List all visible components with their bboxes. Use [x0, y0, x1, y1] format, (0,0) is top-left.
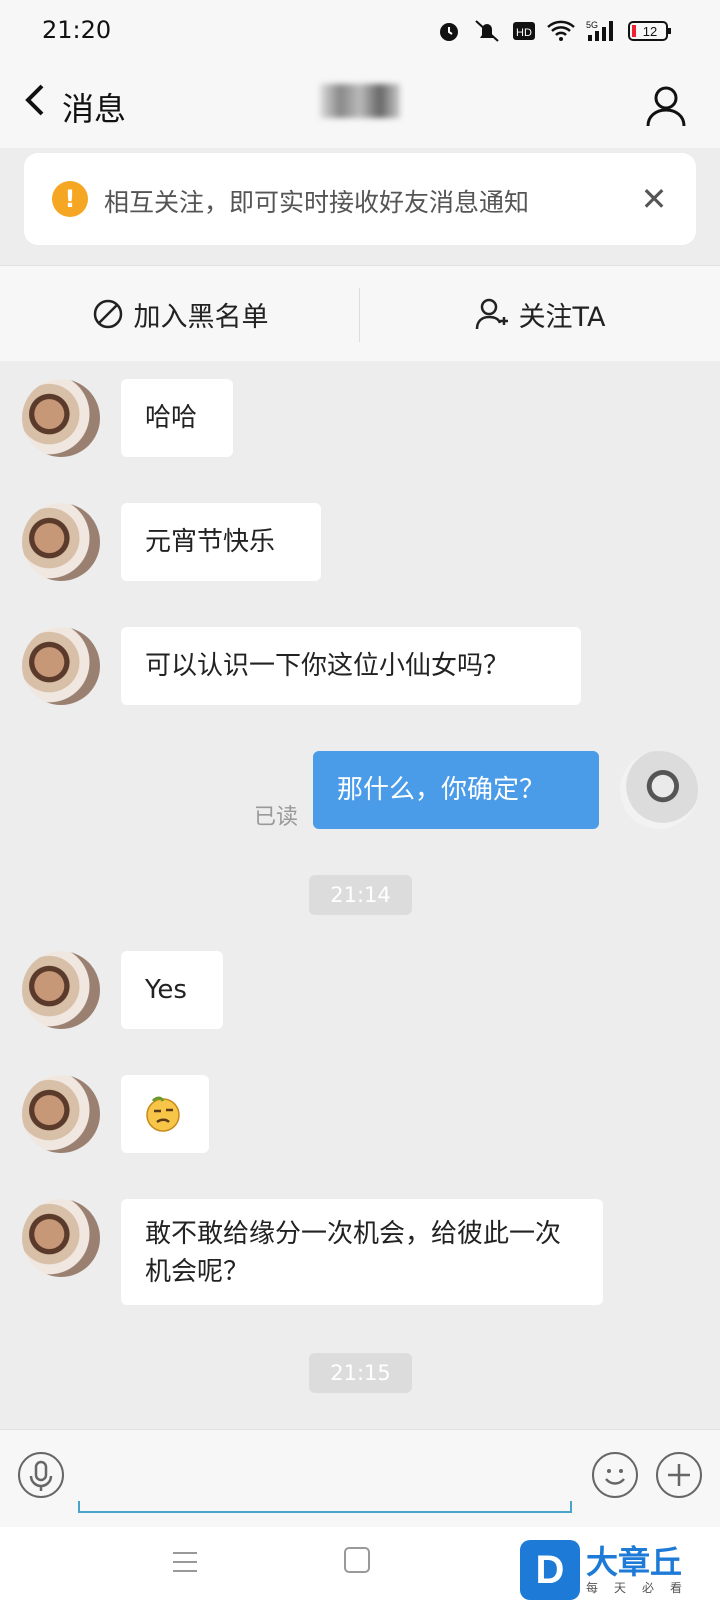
status-bar: 21:20 HD 5G 12 — [0, 0, 720, 62]
profile-icon[interactable] — [642, 82, 690, 130]
home-button[interactable] — [344, 1547, 370, 1573]
system-nav-bar: D 大章丘 每天必看 — [0, 1527, 720, 1612]
watermark-logo: D 大章丘 每天必看 — [520, 1535, 720, 1605]
menu-icon[interactable] — [172, 1549, 198, 1575]
message-bubble[interactable]: Yes — [121, 951, 223, 1029]
read-status: 已读 — [254, 805, 299, 830]
notice-text: 相互关注，即可实时接收好友消息通知 — [104, 188, 530, 217]
microphone-icon — [29, 1460, 53, 1491]
add-user-icon — [475, 298, 508, 330]
hd-icon: HD — [512, 20, 536, 42]
block-button[interactable]: 加入黑名单 — [0, 266, 360, 362]
close-icon[interactable]: ✕ — [634, 179, 674, 219]
warning-icon: ! — [52, 181, 88, 217]
battery-icon: 12 — [628, 19, 672, 43]
follow-notice: ! 相互关注，即可实时接收好友消息通知 ✕ — [24, 153, 696, 245]
mute-icon — [472, 18, 502, 44]
self-avatar[interactable] — [620, 751, 698, 829]
message-bubble[interactable]: 哈哈 — [121, 379, 233, 457]
contact-avatar[interactable] — [22, 627, 100, 705]
timestamp-chip: 21:15 — [309, 1353, 412, 1393]
svg-text:HD: HD — [516, 27, 532, 39]
sent-message-bubble[interactable]: 那什么，你确定？ — [313, 751, 599, 829]
status-icons: HD 5G 12 — [436, 18, 672, 44]
message-list[interactable]: 哈哈 元宵节快乐 可以认识一下你这位小仙女吗？ 已读 那什么，你确定？ 21:1… — [0, 361, 720, 1429]
chat-header: 消息 — [0, 62, 720, 148]
watermark-subtext: 每天必看 — [586, 1580, 699, 1595]
timestamp-chip: 21:14 — [309, 875, 412, 915]
smiley-icon — [605, 1469, 625, 1485]
signal-icon: 5G — [586, 19, 618, 43]
thinking-emoji-icon — [146, 1096, 180, 1132]
contact-avatar[interactable] — [22, 503, 100, 581]
back-label[interactable]: 消息 — [62, 84, 126, 130]
contact-name-blurred — [320, 84, 400, 118]
contact-avatar[interactable] — [22, 1199, 100, 1277]
status-time: 21:20 — [42, 16, 112, 44]
watermark-text: 大章丘 — [586, 1542, 683, 1581]
message-bubble[interactable]: 元宵节快乐 — [121, 503, 321, 581]
block-label: 加入黑名单 — [133, 301, 269, 333]
back-icon[interactable] — [16, 80, 56, 120]
message-input[interactable] — [78, 1501, 572, 1513]
action-bar: 加入黑名单 关注TA — [0, 265, 720, 361]
wifi-icon — [546, 19, 576, 43]
input-bar — [0, 1429, 720, 1527]
emoji-message-bubble[interactable] — [121, 1075, 209, 1153]
block-icon — [93, 299, 122, 329]
message-bubble[interactable]: 敢不敢给缘分一次机会，给彼此一次机会呢？ — [121, 1199, 603, 1305]
svg-text:5G: 5G — [586, 20, 598, 30]
contact-avatar[interactable] — [22, 951, 100, 1029]
follow-label: 关注TA — [518, 301, 606, 333]
contact-avatar[interactable] — [22, 1075, 100, 1153]
battery-level: 12 — [643, 24, 657, 39]
alarm-icon — [436, 18, 462, 44]
message-bubble[interactable]: 可以认识一下你这位小仙女吗？ — [121, 627, 581, 705]
follow-button[interactable]: 关注TA — [360, 266, 720, 362]
plus-icon — [668, 1464, 690, 1486]
contact-avatar[interactable] — [22, 379, 100, 457]
voice-button[interactable] — [18, 1452, 64, 1498]
more-button[interactable] — [656, 1452, 702, 1498]
emoji-button[interactable] — [592, 1452, 638, 1498]
watermark-logo-mark: D — [520, 1540, 580, 1600]
